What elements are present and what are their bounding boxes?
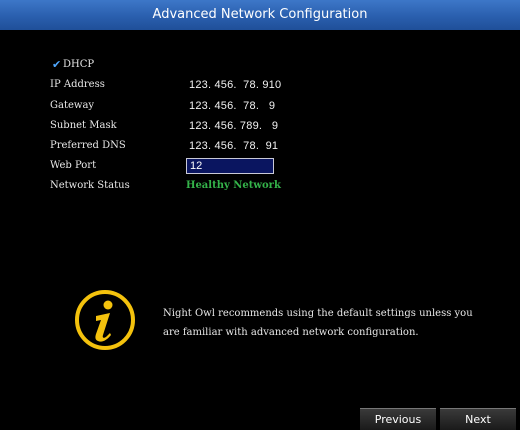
advanced-network-dialog: Advanced Network Configuration ✔ DHCP IP… (0, 0, 520, 430)
subnet-mask-label: Subnet Mask (50, 120, 117, 131)
preferred-dns-label: Preferred DNS (50, 140, 126, 151)
preferred-dns-row: Preferred DNS 123. 456. 78. 91 (8, 138, 512, 158)
preferred-dns-field[interactable]: 123. 456. 78. 91 (189, 140, 278, 152)
window-title: Advanced Network Configuration (152, 7, 368, 22)
ip-address-row: IP Address 123. 456. 78. 910 (8, 77, 512, 97)
web-port-label: Web Port (50, 160, 97, 171)
network-settings-panel: ✔ DHCP IP Address 123. 456. 78. 910 Gate… (8, 30, 512, 408)
subnet-mask-field[interactable]: 123. 456. 789. 9 (189, 120, 278, 132)
next-button[interactable]: Next (440, 408, 516, 430)
network-status-row: Network Status Healthy Network (8, 178, 512, 198)
info-message: Night Owl recommends using the default s… (163, 308, 473, 338)
network-status-value: Healthy Network (186, 180, 281, 191)
subnet-mask-row: Subnet Mask 123. 456. 789. 9 (8, 118, 512, 138)
ip-address-label: IP Address (50, 79, 105, 90)
checkmark-icon[interactable]: ✔ (52, 58, 61, 71)
web-port-input[interactable]: 12 (186, 158, 274, 174)
gateway-row: Gateway 123. 456. 78. 9 (8, 98, 512, 118)
web-port-row: Web Port 12 (8, 158, 512, 178)
gateway-label: Gateway (50, 100, 95, 111)
ip-address-field[interactable]: 123. 456. 78. 910 (189, 79, 281, 91)
dhcp-row[interactable]: ✔ DHCP (8, 57, 512, 77)
network-status-label: Network Status (50, 180, 130, 191)
previous-button[interactable]: Previous (360, 408, 436, 430)
dhcp-label: DHCP (63, 59, 95, 70)
gateway-field[interactable]: 123. 456. 78. 9 (189, 100, 275, 112)
footer-bar: Previous Next (0, 408, 520, 430)
title-bar: Advanced Network Configuration (0, 0, 520, 30)
info-icon (75, 290, 135, 350)
